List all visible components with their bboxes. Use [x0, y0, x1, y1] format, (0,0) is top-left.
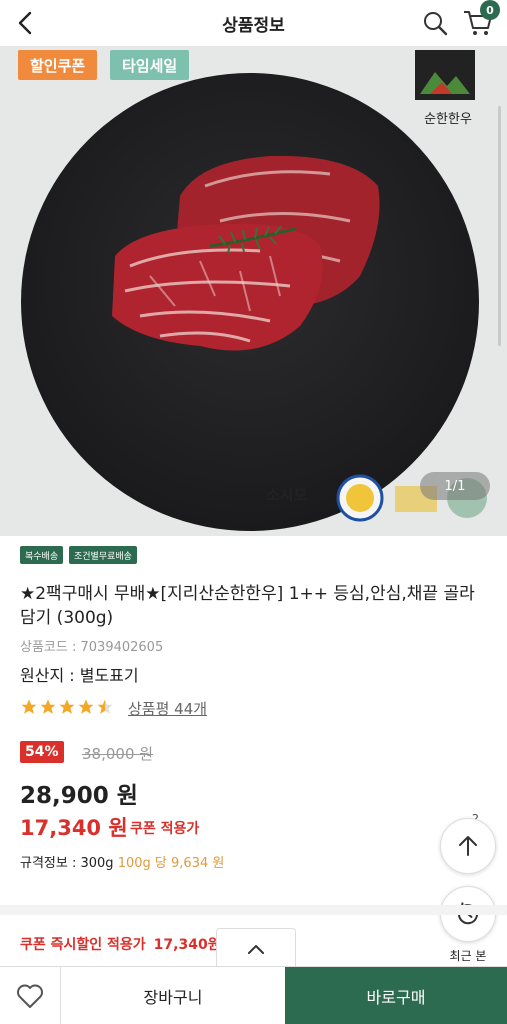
- rating-stars: [20, 698, 114, 718]
- wishlist-button[interactable]: [0, 967, 60, 1024]
- star-icon: [78, 699, 94, 714]
- spec-info: 규격정보 : 300g 100g 당 9,634 원: [20, 852, 224, 871]
- recent-viewed-label: 최근 본: [449, 949, 487, 963]
- coupon-bar-amount: 17,340원: [153, 937, 221, 953]
- shipping-chip: 복수배송: [20, 546, 64, 564]
- product-code: 상품코드 : 7039402605: [20, 636, 163, 655]
- spec-label: 규격정보 : 300g: [20, 856, 114, 871]
- search-button[interactable]: [420, 8, 450, 38]
- star-icon: [59, 699, 75, 714]
- app-header: 상품정보 0: [0, 0, 507, 46]
- back-button[interactable]: [10, 8, 40, 38]
- cert-logo-label: 소시모: [266, 486, 308, 504]
- discount-badge: 54%: [20, 741, 64, 763]
- review-link[interactable]: 상품평 44개: [128, 698, 207, 719]
- spec-unit-price: 9,634 원: [171, 856, 225, 871]
- scroll-top-button[interactable]: [440, 818, 496, 874]
- product-image-carousel[interactable]: 할인쿠폰 타임세일 순한한우 소시모 1/1: [0, 46, 507, 536]
- free-shipping-chip: 조건별무료배송: [69, 546, 137, 564]
- image-scrollbar[interactable]: [498, 106, 501, 346]
- buy-now-button[interactable]: 바로구매: [285, 967, 507, 1024]
- original-price: 38,000 원: [82, 745, 154, 763]
- coupon-tag: 할인쿠폰: [18, 50, 98, 80]
- page-title: 상품정보: [222, 15, 285, 36]
- half-star-icon: [97, 699, 113, 714]
- timesale-tag: 타임세일: [110, 50, 190, 80]
- star-icon: [21, 699, 37, 714]
- coupon-price-label: 쿠폰 적용가: [130, 821, 200, 837]
- search-icon: [424, 12, 448, 36]
- product-code-label: 상품코드 :: [20, 640, 81, 655]
- sale-price: 28,900 원: [20, 783, 138, 809]
- coupon-discount-bar: 쿠폰 즉시할인 적용가 17,340원: [20, 934, 221, 954]
- coupon-bar-text: 쿠폰 즉시할인 적용가: [20, 937, 146, 953]
- product-code-value: 7039402605: [80, 640, 164, 655]
- image-pager: 1/1: [420, 472, 490, 500]
- section-divider: [0, 905, 507, 915]
- collapse-button[interactable]: [216, 928, 296, 968]
- add-to-cart-button[interactable]: 장바구니: [60, 967, 285, 1024]
- brand-logo-label: 순한한우: [424, 112, 472, 127]
- heart-icon: [17, 984, 43, 1008]
- chevron-left-icon: [18, 11, 32, 35]
- origin-info: 원산지 : 별도표기: [20, 666, 139, 685]
- spec-unit: 100g 당: [117, 856, 167, 871]
- star-icon: [40, 699, 56, 714]
- coupon-price: 17,340 원: [20, 816, 128, 840]
- product-name: ★2팩구매시 무배★[지리산순한한우] 1++ 등심,안심,채끝 골라담기 (3…: [20, 584, 475, 628]
- chevron-up-icon: [248, 944, 264, 954]
- purchase-bar: 장바구니 바로구매: [0, 966, 507, 1024]
- cart-count-badge: 0: [480, 0, 500, 20]
- arrow-up-icon: [459, 836, 477, 856]
